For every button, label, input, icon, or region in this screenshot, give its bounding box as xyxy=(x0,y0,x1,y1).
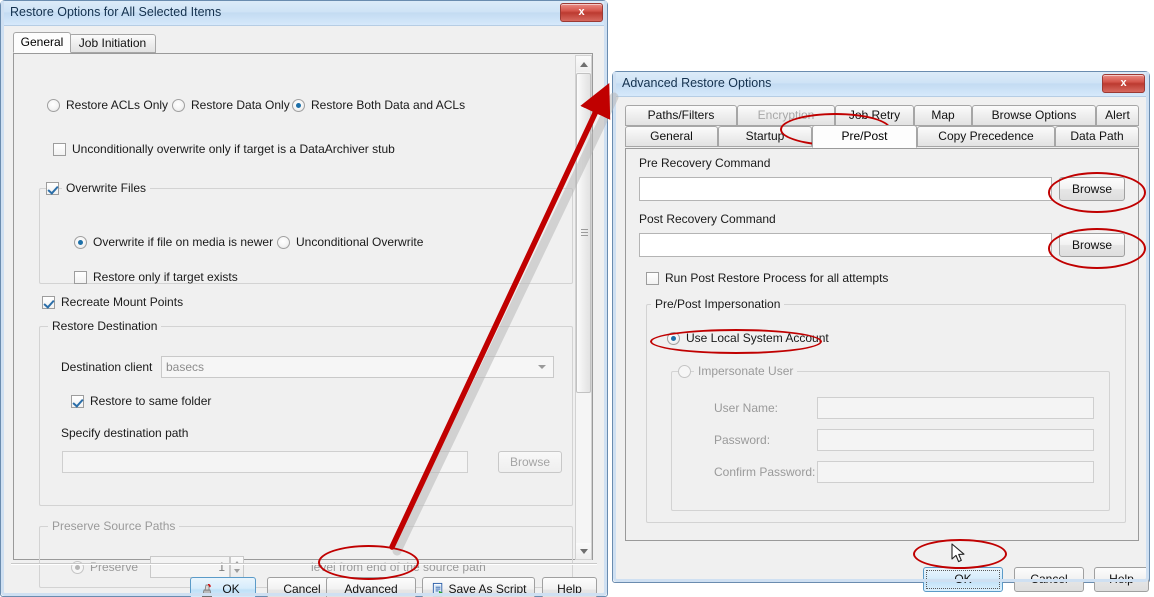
radio-unconditional-overwrite[interactable] xyxy=(277,236,290,249)
tab-browse-options[interactable]: Browse Options xyxy=(972,105,1096,126)
pre-recovery-browse-button[interactable]: Browse xyxy=(1059,177,1125,201)
checkbox-unconditionally-overwrite-stub[interactable] xyxy=(53,143,66,156)
ok-button[interactable]: OK xyxy=(190,577,256,597)
tab-paths-filters[interactable]: Paths/Filters xyxy=(625,105,737,126)
overwrite-files-group: Overwrite Files Overwrite if file on med… xyxy=(39,181,573,284)
checkbox-run-post-restore-process[interactable] xyxy=(646,272,659,285)
pre-recovery-command-input[interactable] xyxy=(639,177,1052,201)
restore-options-title: Restore Options for All Selected Items xyxy=(10,5,222,19)
post-recovery-command-input[interactable] xyxy=(639,233,1052,257)
label-unconditional-overwrite: Unconditional Overwrite xyxy=(296,235,424,249)
tab-job-initiation[interactable]: Job Initiation xyxy=(69,34,156,53)
ok-button-label: OK xyxy=(222,582,240,596)
label-unconditionally-overwrite-stub: Unconditionally overwrite only if target… xyxy=(72,142,395,156)
label-preserve-source-paths: Preserve Source Paths xyxy=(48,519,180,533)
restore-destination-group: Restore Destination Destination client b… xyxy=(39,319,573,506)
advanced-restore-options-window[interactable]: Advanced Restore Options x Paths/Filters… xyxy=(612,71,1150,592)
tab-map[interactable]: Map xyxy=(914,105,972,126)
label-overwrite-files: Overwrite Files xyxy=(62,181,151,195)
impersonate-user-group: Impersonate User User Name: Password: Co… xyxy=(671,364,1110,511)
radio-restore-acls-only[interactable] xyxy=(47,99,60,112)
scroll-down-icon[interactable] xyxy=(576,543,591,559)
advanced-restore-tabstrip: Paths/Filters Encryption Job Retry Map B… xyxy=(625,105,1139,149)
pre-post-tab-panel: Pre Recovery Command Browse Post Recover… xyxy=(625,148,1139,541)
label-password: Password: xyxy=(714,433,771,447)
label-destination-client: Destination client xyxy=(61,360,153,374)
restore-options-tabstrip: General Job Initiation xyxy=(13,32,593,54)
tab-pre-post[interactable]: Pre/Post xyxy=(812,125,917,148)
label-restore-data-only: Restore Data Only xyxy=(191,98,290,112)
checkbox-recreate-mount-points[interactable] xyxy=(42,296,55,309)
label-user-name: User Name: xyxy=(714,401,779,415)
restore-options-client-area: General Job Initiation Restore ACLs Only… xyxy=(5,26,603,597)
preserve-level-stepper[interactable] xyxy=(230,556,244,578)
advanced-restore-client-area: Paths/Filters Encryption Job Retry Map B… xyxy=(617,97,1149,592)
label-specify-destination-path: Specify destination path xyxy=(61,426,189,440)
restore-options-window[interactable]: Restore Options for All Selected Items x… xyxy=(0,0,608,597)
post-recovery-browse-button[interactable]: Browse xyxy=(1059,233,1125,257)
radio-impersonate-user[interactable] xyxy=(678,365,691,378)
chevron-down-icon xyxy=(538,365,546,369)
advanced-cancel-button[interactable]: Cancel xyxy=(1014,567,1084,592)
tab-job-retry[interactable]: Job Retry xyxy=(835,105,914,126)
password-input[interactable] xyxy=(817,429,1094,451)
checkbox-overwrite-files[interactable] xyxy=(46,182,59,195)
destination-path-input[interactable] xyxy=(62,451,468,473)
tab-alert[interactable]: Alert xyxy=(1096,105,1139,126)
help-button[interactable]: Help xyxy=(542,577,597,597)
advanced-ok-button[interactable]: OK xyxy=(923,567,1003,592)
destination-path-browse-button[interactable]: Browse xyxy=(498,451,562,473)
label-overwrite-if-newer: Overwrite if file on media is newer xyxy=(93,235,274,249)
advanced-button[interactable]: Advanced xyxy=(326,577,416,597)
label-confirm-password: Confirm Password: xyxy=(714,465,816,479)
script-icon xyxy=(431,582,446,597)
tab-data-path[interactable]: Data Path xyxy=(1055,126,1139,147)
stamp-icon xyxy=(199,582,215,597)
close-icon[interactable]: x xyxy=(560,3,603,22)
tab-startup[interactable]: Startup xyxy=(718,126,812,147)
confirm-password-input[interactable] xyxy=(817,461,1094,483)
general-tab-panel: Restore ACLs Only Restore Data Only Rest… xyxy=(13,53,593,588)
radio-overwrite-if-newer[interactable] xyxy=(74,236,87,249)
label-pre-post-impersonation: Pre/Post Impersonation xyxy=(651,297,785,311)
scrollbar-grip xyxy=(581,229,588,238)
label-restore-acls-only: Restore ACLs Only xyxy=(66,98,169,112)
label-impersonate-user: Impersonate User xyxy=(694,364,798,378)
label-restore-only-if-target-exists: Restore only if target exists xyxy=(93,270,238,284)
label-use-local-system-account: Use Local System Account xyxy=(686,331,829,345)
general-panel-scrollbar[interactable] xyxy=(575,55,592,560)
radio-restore-data-only[interactable] xyxy=(172,99,185,112)
advanced-restore-title: Advanced Restore Options xyxy=(622,76,772,90)
tab-encryption: Encryption xyxy=(737,105,835,126)
scrollbar-thumb[interactable] xyxy=(576,73,591,393)
label-pre-recovery-command: Pre Recovery Command xyxy=(639,156,771,170)
label-restore-both-data-and-acls: Restore Both Data and ACLs xyxy=(311,98,466,112)
label-recreate-mount-points: Recreate Mount Points xyxy=(61,295,184,309)
save-as-script-button[interactable]: Save As Script xyxy=(422,577,535,597)
user-name-input[interactable] xyxy=(817,397,1094,419)
restore-options-titlebar[interactable]: Restore Options for All Selected Items x xyxy=(1,1,607,26)
advanced-help-button[interactable]: Help xyxy=(1094,567,1149,592)
radio-restore-both-data-and-acls[interactable] xyxy=(292,99,305,112)
tab-general[interactable]: General xyxy=(625,126,718,147)
label-restore-to-same-folder: Restore to same folder xyxy=(90,394,212,408)
close-icon[interactable]: x xyxy=(1102,74,1145,93)
button-bar-separator xyxy=(11,563,597,565)
label-post-recovery-command: Post Recovery Command xyxy=(639,212,776,226)
label-run-post-restore-process: Run Post Restore Process for all attempt… xyxy=(665,271,889,285)
checkbox-restore-to-same-folder[interactable] xyxy=(71,395,84,408)
label-restore-destination: Restore Destination xyxy=(48,319,162,333)
checkbox-restore-only-if-target-exists[interactable] xyxy=(74,271,87,284)
save-as-script-label: Save As Script xyxy=(448,582,527,596)
destination-client-value: basecs xyxy=(166,360,205,374)
scroll-up-icon[interactable] xyxy=(576,56,591,72)
destination-client-combo[interactable]: basecs xyxy=(161,356,554,378)
advanced-restore-titlebar[interactable]: Advanced Restore Options x xyxy=(613,72,1149,97)
pre-post-impersonation-group: Pre/Post Impersonation Use Local System … xyxy=(646,297,1126,523)
radio-use-local-system-account[interactable] xyxy=(667,332,680,345)
tab-copy-precedence[interactable]: Copy Precedence xyxy=(917,126,1055,147)
tab-general[interactable]: General xyxy=(13,32,71,53)
preserve-level-input[interactable]: 1 xyxy=(150,556,230,578)
